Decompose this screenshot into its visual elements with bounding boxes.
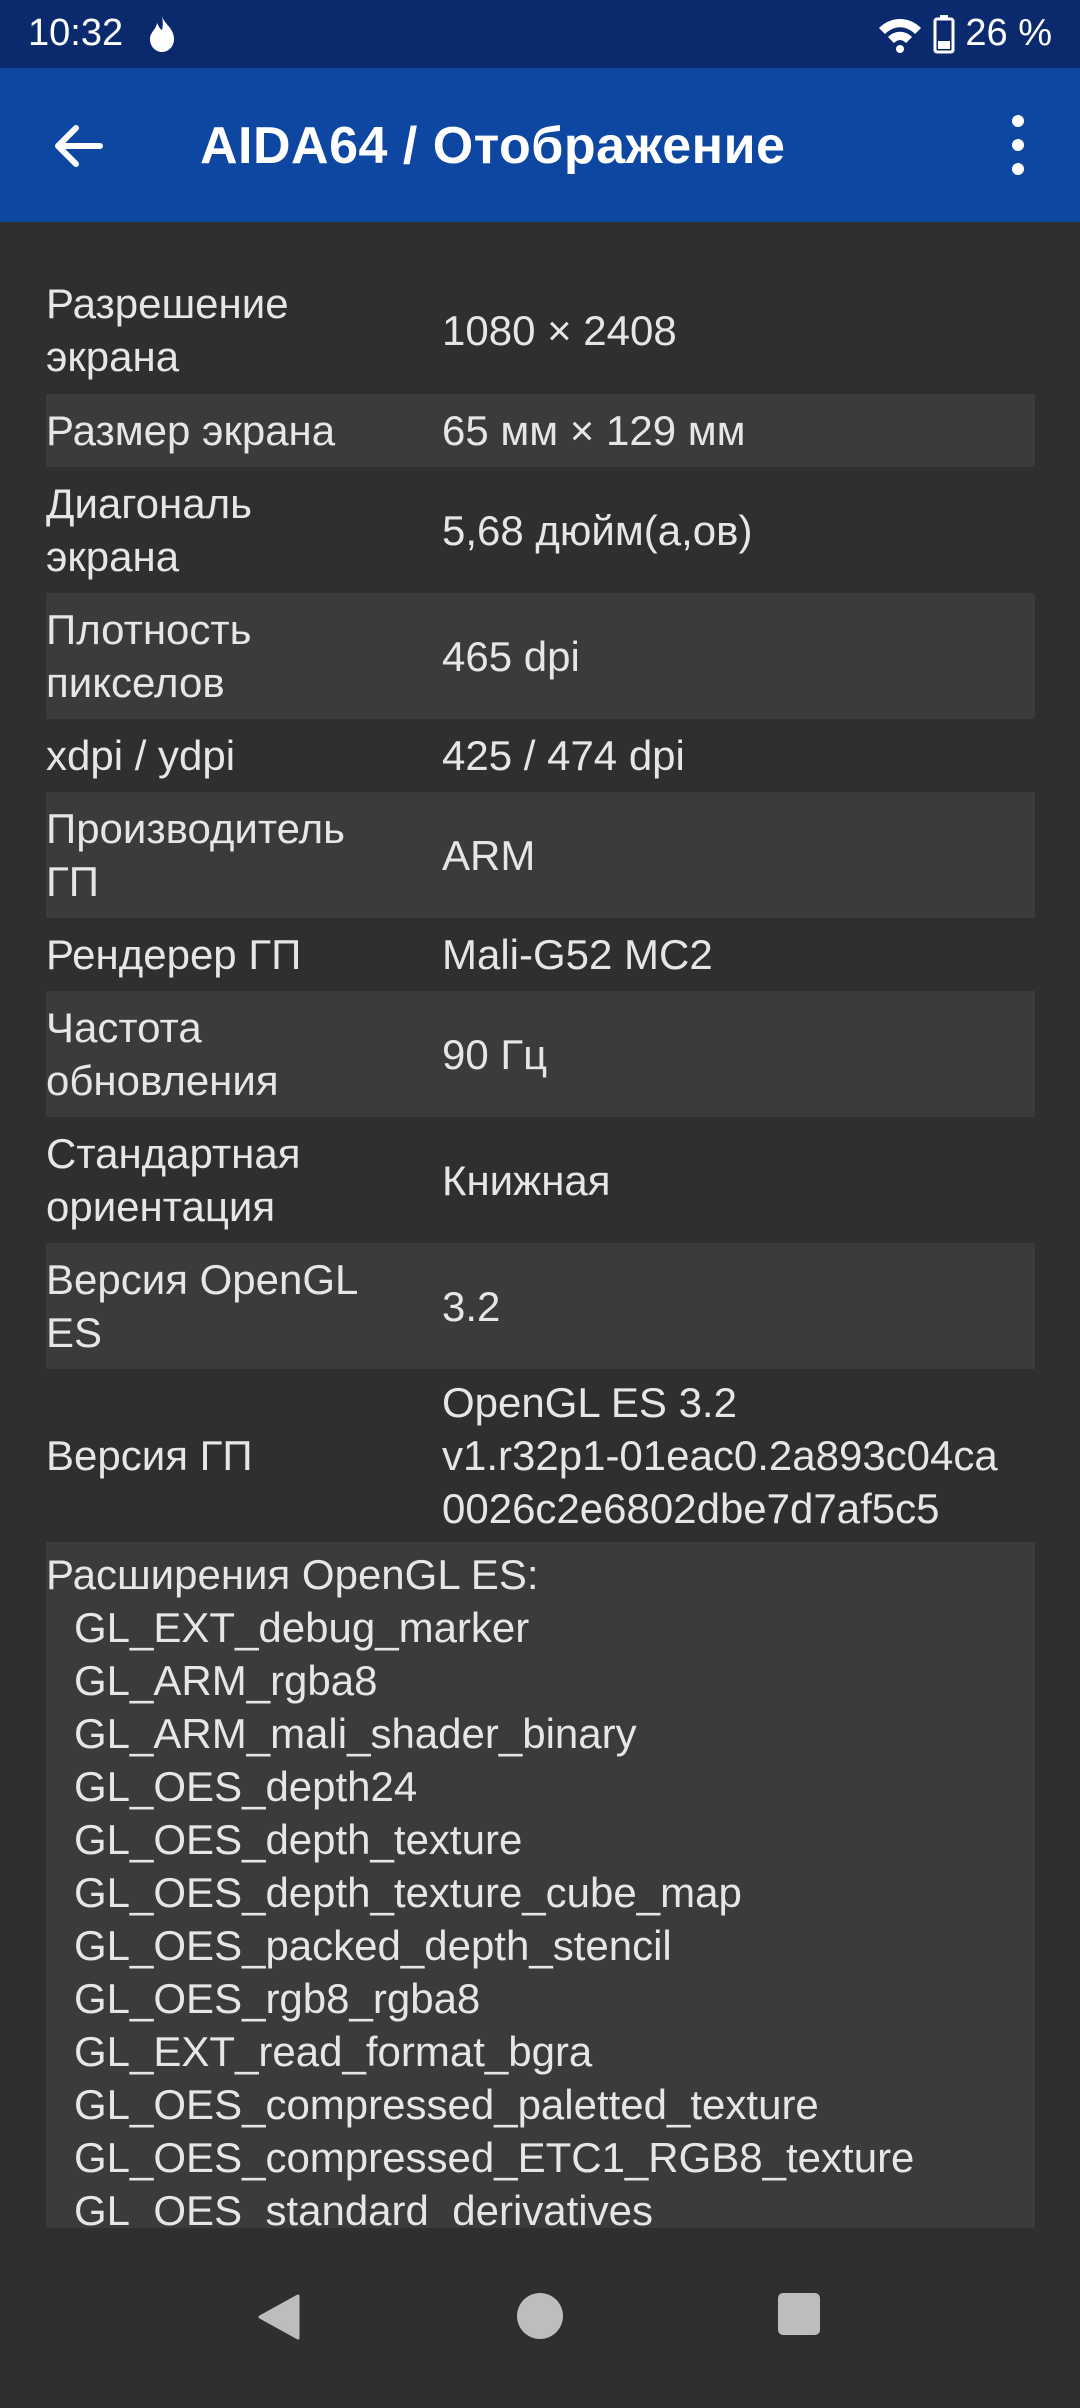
info-row: Диагональ экрана 5,68 дюйм(а,ов) [46,467,1035,593]
extension-item: GL_ARM_rgba8 [74,1657,378,1704]
battery-icon [933,14,955,53]
info-row: Стандартная ориентация Книжная [46,1117,1035,1243]
row-label: Диагональ экрана [46,480,252,580]
row-label: Версия ГП [46,1432,253,1479]
extension-item: GL_OES_depth_texture [74,1816,523,1863]
row-value: Книжная [442,1156,611,1204]
extensions-header: Расширения OpenGL ES: [46,1551,539,1598]
row-label: xdpi / ydpi [46,732,236,779]
extension-item: GL_EXT_debug_marker [74,1604,530,1651]
extension-item: GL_OES_packed_depth_stencil [74,1922,672,1969]
info-row: xdpi / ydpi 425 / 474 dpi [46,719,1035,792]
wifi-icon [879,18,922,53]
info-row: Производитель ГП ARM [46,792,1035,918]
row-label: Производитель ГП [46,805,345,905]
row-value: OpenGL ES 3.2 v1.r32p1-01eac0.2a893c04ca… [442,1379,998,1532]
info-row: Рендерер ГП Mali-G52 MC2 [46,918,1035,991]
row-value: 465 dpi [442,632,580,680]
info-row: Разрешение экрана 1080 × 2408 [46,266,1035,394]
row-value: 3.2 [442,1282,501,1330]
row-label: Разрешение экрана [46,280,289,380]
row-value: 65 мм × 129 мм [442,407,746,454]
row-value: Mali-G52 MC2 [442,931,713,978]
row-value: 1080 × 2408 [442,306,677,354]
extension-item: GL_ARM_mali_shader_binary [74,1710,637,1757]
extension-item: GL_OES_compressed_paletted_texture [74,2081,819,2128]
extension-item: GL_OES_rgb8_rgba8 [74,1975,481,2022]
row-value: 5,68 дюйм(а,ов) [442,506,753,554]
row-label: Рендерер ГП [46,931,302,978]
overflow-menu-icon[interactable] [1000,112,1036,178]
display-info-list[interactable]: Разрешение экрана 1080 × 2408 Размер экр… [46,266,1035,2230]
row-label: Размер экрана [46,407,336,454]
info-row: Плотность пикселов 465 dpi [46,593,1035,719]
app-bar: AIDA64 / Отображение [0,68,1080,222]
info-row: Версия OpenGL ES 3.2 [46,1243,1035,1369]
row-value: ARM [442,831,536,879]
info-row: Размер экрана 65 мм × 129 мм [46,394,1035,467]
extension-item: GL_OES_depth24 [74,1763,418,1810]
flame-icon [150,16,174,52]
row-label: Частота обновления [46,1004,279,1104]
status-bar: 10:32 26 % [0,0,1080,68]
info-row: Частота обновления 90 Гц [46,991,1035,1117]
info-row: Версия ГП OpenGL ES 3.2 v1.r32p1-01eac0.… [46,1369,1035,1542]
nav-recents-icon[interactable] [777,2292,821,2336]
nav-back-icon[interactable] [254,2292,304,2342]
row-label: Версия OpenGL ES [46,1256,359,1356]
row-value: 425 / 474 dpi [442,732,685,779]
extension-item: GL_OES_standard_derivatives [74,2187,653,2228]
extension-item: GL_OES_depth_texture_cube_map [74,1869,742,1916]
status-time: 10:32 [28,12,124,54]
status-right: 26 % [877,12,1052,55]
page-title: AIDA64 / Отображение [200,117,786,175]
nav-home-icon[interactable] [516,2292,564,2340]
battery-percent: 26 % [965,12,1052,54]
row-label: Стандартная ориентация [46,1130,301,1230]
row-label: Плотность пикселов [46,606,252,706]
navigation-bar [0,2230,1080,2408]
opengl-extensions-block: Расширения OpenGL ES: GL_EXT_debug_marke… [46,1542,1035,2228]
row-value: 90 Гц [442,1030,548,1078]
extension-item: GL_OES_compressed_ETC1_RGB8_texture [74,2134,915,2181]
back-arrow-icon[interactable] [50,118,106,174]
extension-item: GL_EXT_read_format_bgra [74,2028,593,2075]
